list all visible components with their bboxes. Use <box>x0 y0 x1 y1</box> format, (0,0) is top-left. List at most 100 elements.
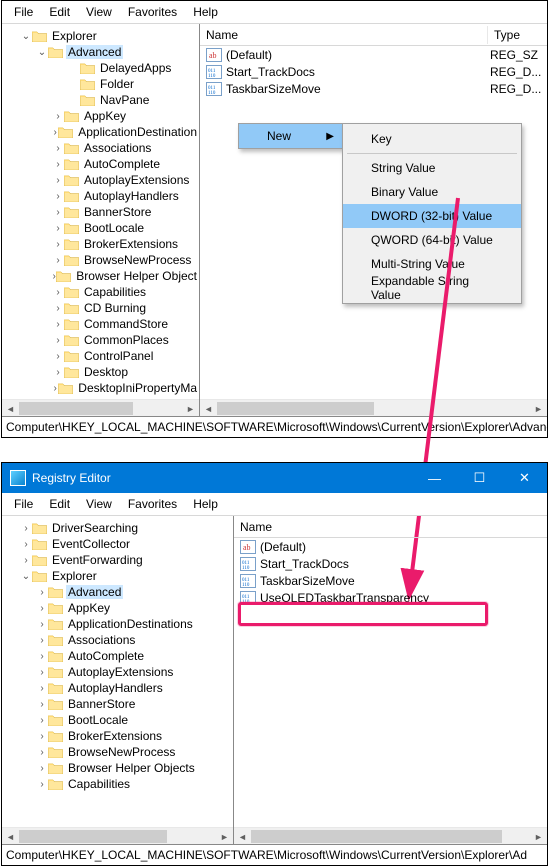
chevron-right-icon[interactable]: › <box>36 586 48 598</box>
tree-item[interactable]: ›BrokerExtensions <box>2 728 233 744</box>
chevron-right-icon[interactable]: › <box>52 110 64 122</box>
scroll-left-icon[interactable]: ◄ <box>234 828 251 844</box>
tree-item[interactable]: ›Folder <box>2 76 199 92</box>
chevron-down-icon[interactable]: ⌄ <box>20 30 32 42</box>
scroll-right-icon[interactable]: ► <box>530 400 547 416</box>
tree-item[interactable]: ›AutoplayExtensions <box>2 664 233 680</box>
scroll-right-icon[interactable]: ► <box>216 828 233 844</box>
chevron-right-icon[interactable]: › <box>52 190 64 202</box>
tree-item[interactable]: ›CommandStore <box>2 316 199 332</box>
close-button[interactable]: ✕ <box>502 463 547 493</box>
chevron-right-icon[interactable]: › <box>52 318 64 330</box>
chevron-right-icon[interactable]: › <box>20 522 32 534</box>
chevron-right-icon[interactable]: › <box>36 650 48 662</box>
chevron-right-icon[interactable]: › <box>36 666 48 678</box>
menu-help[interactable]: Help <box>185 495 226 513</box>
col-type[interactable]: Type <box>488 26 547 44</box>
ctx-item[interactable]: DWORD (32-bit) Value <box>343 204 521 228</box>
col-name[interactable]: Name <box>234 518 547 536</box>
tree-pane[interactable]: ›DriverSearching›EventCollector›EventFor… <box>2 516 234 844</box>
tree-item[interactable]: ›AutoplayHandlers <box>2 680 233 696</box>
ctx-new[interactable]: New ▶ <box>239 124 342 148</box>
ctx-item[interactable]: Multi-String Value <box>343 252 521 276</box>
ctx-item[interactable]: String Value <box>343 156 521 180</box>
list-pane[interactable]: Name ab(Default)011110Start_TrackDocs011… <box>234 516 547 844</box>
chevron-right-icon[interactable]: › <box>52 254 64 266</box>
ctx-item[interactable]: Key <box>343 127 521 151</box>
menu-file[interactable]: File <box>6 495 41 513</box>
tree-item[interactable]: ›ApplicationDestinations <box>2 616 233 632</box>
tree-item[interactable]: ›Desktop <box>2 364 199 380</box>
tree-item[interactable]: ›Associations <box>2 632 233 648</box>
chevron-right-icon[interactable]: › <box>36 746 48 758</box>
chevron-right-icon[interactable]: › <box>36 762 48 774</box>
chevron-right-icon[interactable]: › <box>36 698 48 710</box>
ctx-item[interactable]: QWORD (64-bit) Value <box>343 228 521 252</box>
list-row[interactable]: 011110Start_TrackDocs <box>234 555 547 572</box>
menu-favorites[interactable]: Favorites <box>120 495 185 513</box>
ctx-item[interactable]: Binary Value <box>343 180 521 204</box>
tree-item[interactable]: ›AppKey <box>2 600 233 616</box>
scroll-right-icon[interactable]: ► <box>182 400 199 416</box>
chevron-right-icon[interactable]: › <box>36 618 48 630</box>
list-row[interactable]: ab(Default)REG_SZ <box>200 46 547 63</box>
menu-help[interactable]: Help <box>185 3 226 21</box>
tree-item[interactable]: ›BrowseNewProcess <box>2 252 199 268</box>
chevron-right-icon[interactable]: › <box>36 634 48 646</box>
tree-item[interactable]: ›DelayedApps <box>2 60 199 76</box>
menu-edit[interactable]: Edit <box>41 495 78 513</box>
tree-item[interactable]: ›AutoplayExtensions <box>2 172 199 188</box>
tree-item[interactable]: ›BannerStore <box>2 696 233 712</box>
tree-item[interactable]: ›AutoComplete <box>2 648 233 664</box>
chevron-right-icon[interactable]: › <box>36 778 48 790</box>
tree-pane[interactable]: ⌄Explorer⌄Advanced›DelayedApps›Folder›Na… <box>2 24 200 416</box>
maximize-button[interactable]: ☐ <box>457 463 502 493</box>
tree-item[interactable]: ›Capabilities <box>2 284 199 300</box>
tree-item[interactable]: ›AppKey <box>2 108 199 124</box>
tree-item[interactable]: ›BannerStore <box>2 204 199 220</box>
menu-file[interactable]: File <box>6 3 41 21</box>
list-row[interactable]: 011110TaskbarSizeMove <box>234 572 547 589</box>
list-row[interactable]: 011110TaskbarSizeMoveREG_D... <box>200 80 547 97</box>
chevron-right-icon[interactable]: › <box>52 334 64 346</box>
chevron-right-icon[interactable]: › <box>52 286 64 298</box>
minimize-button[interactable]: — <box>412 463 457 493</box>
tree-item[interactable]: ›DesktopIniPropertyMa <box>2 380 199 396</box>
tree-item[interactable]: ›BootLocale <box>2 220 199 236</box>
scroll-left-icon[interactable]: ◄ <box>2 400 19 416</box>
tree-item[interactable]: ›AutoComplete <box>2 156 199 172</box>
tree-item[interactable]: ⌄Explorer <box>2 28 199 44</box>
list-pane[interactable]: Name Type ab(Default)REG_SZ011110Start_T… <box>200 24 547 416</box>
chevron-down-icon[interactable]: ⌄ <box>20 570 32 582</box>
tree-item[interactable]: ›Associations <box>2 140 199 156</box>
chevron-down-icon[interactable]: ⌄ <box>36 46 48 58</box>
chevron-right-icon[interactable]: › <box>36 730 48 742</box>
tree-item[interactable]: ›ApplicationDestination <box>2 124 199 140</box>
tree-item[interactable]: ›AutoplayHandlers <box>2 188 199 204</box>
chevron-right-icon[interactable]: › <box>52 206 64 218</box>
scroll-right-icon[interactable]: ► <box>530 828 547 844</box>
chevron-right-icon[interactable]: › <box>20 538 32 550</box>
chevron-right-icon[interactable]: › <box>20 554 32 566</box>
chevron-right-icon[interactable]: › <box>52 174 64 186</box>
menu-edit[interactable]: Edit <box>41 3 78 21</box>
chevron-right-icon[interactable]: › <box>52 302 64 314</box>
menu-favorites[interactable]: Favorites <box>120 3 185 21</box>
chevron-right-icon[interactable]: › <box>52 142 64 154</box>
tree-item[interactable]: ›NavPane <box>2 92 199 108</box>
chevron-right-icon[interactable]: › <box>52 366 64 378</box>
scroll-left-icon[interactable]: ◄ <box>2 828 19 844</box>
ctx-item[interactable]: Expandable String Value <box>343 276 521 300</box>
list-scrollbar-h[interactable]: ◄ ► <box>200 399 547 416</box>
tree-scrollbar-h[interactable]: ◄ ► <box>2 827 233 844</box>
chevron-right-icon[interactable]: › <box>36 682 48 694</box>
tree-item[interactable]: ›BrowseNewProcess <box>2 744 233 760</box>
tree-item[interactable]: ⌄Explorer <box>2 568 233 584</box>
col-name[interactable]: Name <box>200 26 488 44</box>
tree-item[interactable]: ›EventForwarding <box>2 552 233 568</box>
menu-view[interactable]: View <box>78 3 120 21</box>
chevron-right-icon[interactable]: › <box>52 350 64 362</box>
tree-item[interactable]: ›ControlPanel <box>2 348 199 364</box>
tree-item[interactable]: ⌄Advanced <box>2 44 199 60</box>
tree-item[interactable]: ›BrokerExtensions <box>2 236 199 252</box>
